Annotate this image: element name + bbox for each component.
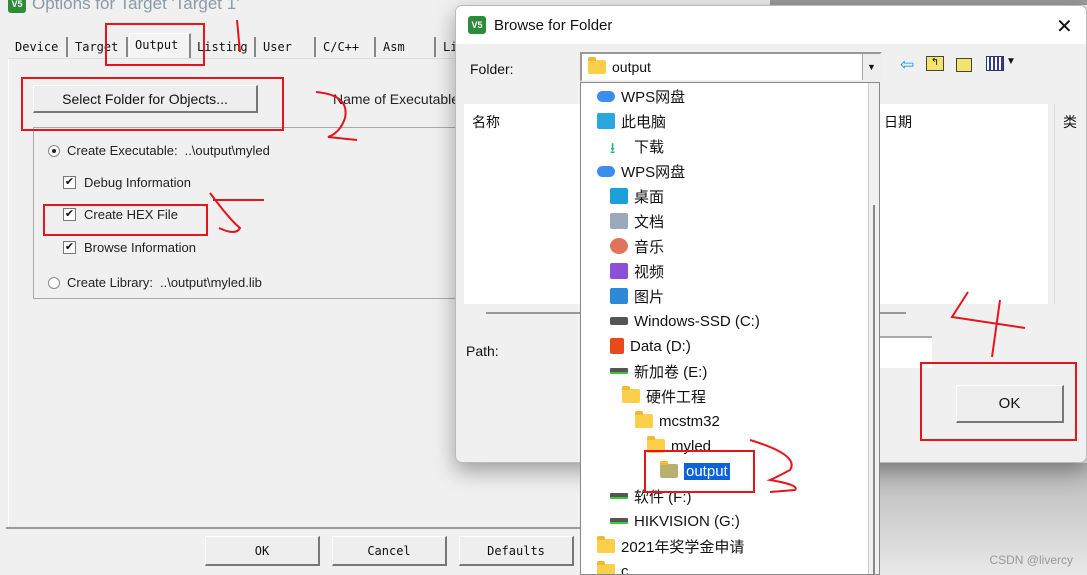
annotation-box-output-tab [105,23,205,66]
annotation-layer [21,19,1077,493]
annotation-box-hex [43,204,208,236]
annotation-number-3 [749,439,797,493]
annotation-number-5 [209,192,264,233]
annotation-number-2 [315,91,358,141]
annotation-box-ok [920,362,1077,441]
annotation-number-4 [950,291,1026,358]
annotation-box-output-folder [644,450,755,493]
annotation-number-1 [236,19,241,53]
annotation-box-select-folder [21,77,284,131]
